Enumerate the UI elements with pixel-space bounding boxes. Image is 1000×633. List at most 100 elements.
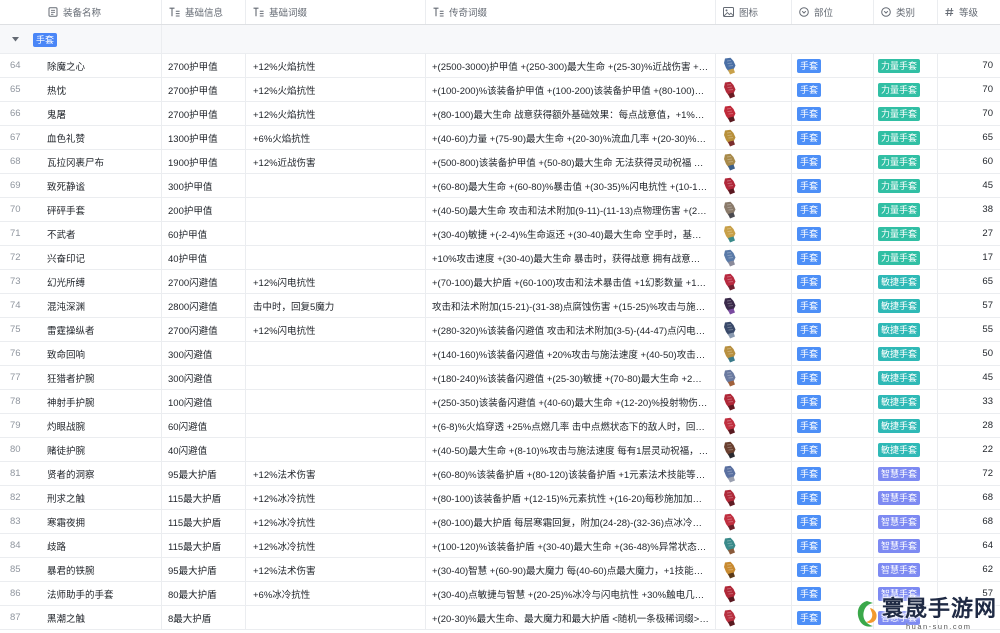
equipment-name-cell[interactable]: 76 致命回响: [0, 342, 162, 365]
slot-cell[interactable]: 手套: [792, 102, 874, 125]
equipment-name-cell[interactable]: 64 除魔之心: [0, 54, 162, 77]
legend-affix-cell[interactable]: +(60-80)%该装备护盾 +(80-120)该装备护盾 +1元素法术技能等级…: [426, 462, 716, 485]
slot-cell[interactable]: 手套: [792, 606, 874, 629]
equipment-name-cell[interactable]: 86 法师助手的手套: [0, 582, 162, 605]
base-affix-cell[interactable]: +6%火焰抗性: [246, 126, 426, 149]
legend-affix-cell[interactable]: +(80-100)最大生命 战意获得额外基础效果：每点战意值，+1%技…: [426, 102, 716, 125]
equipment-name-cell[interactable]: 85 暴君的铁腕: [0, 558, 162, 581]
base-info-cell[interactable]: 60闪避值: [162, 414, 246, 437]
level-cell[interactable]: 50: [938, 342, 1000, 365]
base-affix-cell[interactable]: [246, 438, 426, 461]
level-cell[interactable]: 65: [938, 270, 1000, 293]
equipment-icon-cell[interactable]: [716, 390, 792, 413]
table-row[interactable]: 84 歧路 115最大护盾 +12%冰冷抗性 +(100-120)%该装备护盾 …: [0, 534, 1000, 558]
legend-affix-cell[interactable]: +(60-80)最大生命 +(60-80)%暴击值 +(30-35)%闪电抗性 …: [426, 174, 716, 197]
category-cell[interactable]: 力量手套: [874, 246, 938, 269]
level-cell[interactable]: 22: [938, 438, 1000, 461]
equipment-name-cell[interactable]: 66 鬼屠: [0, 102, 162, 125]
base-info-cell[interactable]: 95最大护盾: [162, 558, 246, 581]
table-row[interactable]: 64 除魔之心 2700护甲值 +12%火焰抗性 +(2500-3000)护甲值…: [0, 54, 1000, 78]
slot-cell[interactable]: 手套: [792, 510, 874, 533]
equipment-icon-cell[interactable]: [716, 294, 792, 317]
equipment-icon-cell[interactable]: [716, 102, 792, 125]
base-affix-cell[interactable]: +12%闪电抗性: [246, 270, 426, 293]
level-cell[interactable]: 45: [938, 174, 1000, 197]
base-affix-cell[interactable]: +12%近战伤害: [246, 150, 426, 173]
legend-affix-cell[interactable]: +(6-8)%火焰穿透 +25%点燃几率 击中点燃状态下的敌人时，回复…: [426, 414, 716, 437]
base-affix-cell[interactable]: [246, 246, 426, 269]
base-info-cell[interactable]: 300护甲值: [162, 174, 246, 197]
legend-affix-cell[interactable]: +(100-200)%该装备护甲值 +(100-200)该装备护甲值 +(80-…: [426, 78, 716, 101]
level-cell[interactable]: 45: [938, 366, 1000, 389]
equipment-icon-cell[interactable]: [716, 486, 792, 509]
legend-affix-cell[interactable]: +(100-120)%该装备护盾 +(30-40)最大生命 +(36-48)%异…: [426, 534, 716, 557]
level-cell[interactable]: 60: [938, 150, 1000, 173]
equipment-icon-cell[interactable]: [716, 174, 792, 197]
column-header-icon[interactable]: 图标: [716, 0, 792, 24]
equipment-icon-cell[interactable]: [716, 246, 792, 269]
slot-cell[interactable]: 手套: [792, 414, 874, 437]
equipment-name-cell[interactable]: 74 混沌深渊: [0, 294, 162, 317]
equipment-name-cell[interactable]: 79 灼眼战腕: [0, 414, 162, 437]
slot-cell[interactable]: 手套: [792, 438, 874, 461]
table-row[interactable]: 70 砰砰手套 200护甲值 +(40-50)最大生命 攻击和法术附加(9-11…: [0, 198, 1000, 222]
base-affix-cell[interactable]: [246, 174, 426, 197]
equipment-name-cell[interactable]: 70 砰砰手套: [0, 198, 162, 221]
equipment-name-cell[interactable]: 69 致死静谧: [0, 174, 162, 197]
legend-affix-cell[interactable]: +(80-100)最大护盾 每层寒霜回复，附加(24-28)-(32-36)点冰…: [426, 510, 716, 533]
table-row[interactable]: 78 神射手护腕 100闪避值 +(250-350)该装备闪避值 +(40-60…: [0, 390, 1000, 414]
base-info-cell[interactable]: 80最大护盾: [162, 582, 246, 605]
level-cell[interactable]: 27: [938, 222, 1000, 245]
equipment-icon-cell[interactable]: [716, 78, 792, 101]
table-row[interactable]: 65 热忱 2700护甲值 +12%火焰抗性 +(100-200)%该装备护甲值…: [0, 78, 1000, 102]
base-affix-cell[interactable]: +6%冰冷抗性: [246, 582, 426, 605]
base-info-cell[interactable]: 95最大护盾: [162, 462, 246, 485]
legend-affix-cell[interactable]: 攻击和法术附加(15-21)-(31-38)点腐蚀伤害 +(15-25)%攻击与…: [426, 294, 716, 317]
category-cell[interactable]: 力量手套: [874, 150, 938, 173]
table-row[interactable]: 82 刑求之触 115最大护盾 +12%冰冷抗性 +(80-100)该装备护盾 …: [0, 486, 1000, 510]
equipment-name-cell[interactable]: 78 神射手护腕: [0, 390, 162, 413]
column-header-legend-affix[interactable]: 传奇词缀: [426, 0, 716, 24]
level-cell[interactable]: 57: [938, 582, 1000, 605]
base-info-cell[interactable]: 115最大护盾: [162, 510, 246, 533]
base-info-cell[interactable]: 40护甲值: [162, 246, 246, 269]
base-info-cell[interactable]: 300闪避值: [162, 366, 246, 389]
base-info-cell[interactable]: 8最大护盾: [162, 606, 246, 629]
level-cell[interactable]: 68: [938, 510, 1000, 533]
category-cell[interactable]: 智慧手套: [874, 534, 938, 557]
level-cell[interactable]: 70: [938, 78, 1000, 101]
table-row[interactable]: 87 黑潮之触 8最大护盾 +(20-30)%最大生命、最大魔力和最大护盾 <随…: [0, 606, 1000, 630]
category-cell[interactable]: 智慧手套: [874, 606, 938, 629]
legend-affix-cell[interactable]: +(80-100)该装备护盾 +(12-15)%元素抗性 +(16-20)每秒施…: [426, 486, 716, 509]
table-row[interactable]: 86 法师助手的手套 80最大护盾 +6%冰冷抗性 +(30-40)点敏捷与智慧…: [0, 582, 1000, 606]
slot-cell[interactable]: 手套: [792, 534, 874, 557]
table-row[interactable]: 68 瓦拉冈裹尸布 1900护甲值 +12%近战伤害 +(500-800)该装备…: [0, 150, 1000, 174]
level-cell[interactable]: 33: [938, 390, 1000, 413]
base-affix-cell[interactable]: [246, 342, 426, 365]
column-header-base-affix[interactable]: 基础词缀: [246, 0, 426, 24]
category-cell[interactable]: 智慧手套: [874, 582, 938, 605]
column-header-name[interactable]: 装备名称: [0, 0, 162, 24]
table-row[interactable]: 79 灼眼战腕 60闪避值 +(6-8)%火焰穿透 +25%点燃几率 击中点燃状…: [0, 414, 1000, 438]
legend-affix-cell[interactable]: +(30-40)敏捷 +(-2-4)%生命返还 +(30-40)最大生命 空手时…: [426, 222, 716, 245]
legend-affix-cell[interactable]: +(140-160)%该装备闪避值 +20%攻击与施法速度 +(40-50)攻击…: [426, 342, 716, 365]
base-affix-cell[interactable]: [246, 222, 426, 245]
category-cell[interactable]: 敏捷手套: [874, 414, 938, 437]
category-cell[interactable]: 智慧手套: [874, 558, 938, 581]
level-cell[interactable]: [938, 606, 1000, 629]
base-affix-cell[interactable]: +12%火焰抗性: [246, 78, 426, 101]
equipment-name-cell[interactable]: 83 寒霜夜拥: [0, 510, 162, 533]
equipment-name-cell[interactable]: 73 幻光所缚: [0, 270, 162, 293]
category-cell[interactable]: 敏捷手套: [874, 270, 938, 293]
level-cell[interactable]: 28: [938, 414, 1000, 437]
category-cell[interactable]: 敏捷手套: [874, 318, 938, 341]
level-cell[interactable]: 57: [938, 294, 1000, 317]
legend-affix-cell[interactable]: +(20-30)%最大生命、最大魔力和最大护盾 <随机一条极稀词缀> <…: [426, 606, 716, 629]
category-cell[interactable]: 敏捷手套: [874, 390, 938, 413]
equipment-icon-cell[interactable]: [716, 198, 792, 221]
base-info-cell[interactable]: 2700闪避值: [162, 270, 246, 293]
level-cell[interactable]: 72: [938, 462, 1000, 485]
equipment-name-cell[interactable]: 81 贤者的洞察: [0, 462, 162, 485]
level-cell[interactable]: 70: [938, 54, 1000, 77]
equipment-icon-cell[interactable]: [716, 366, 792, 389]
